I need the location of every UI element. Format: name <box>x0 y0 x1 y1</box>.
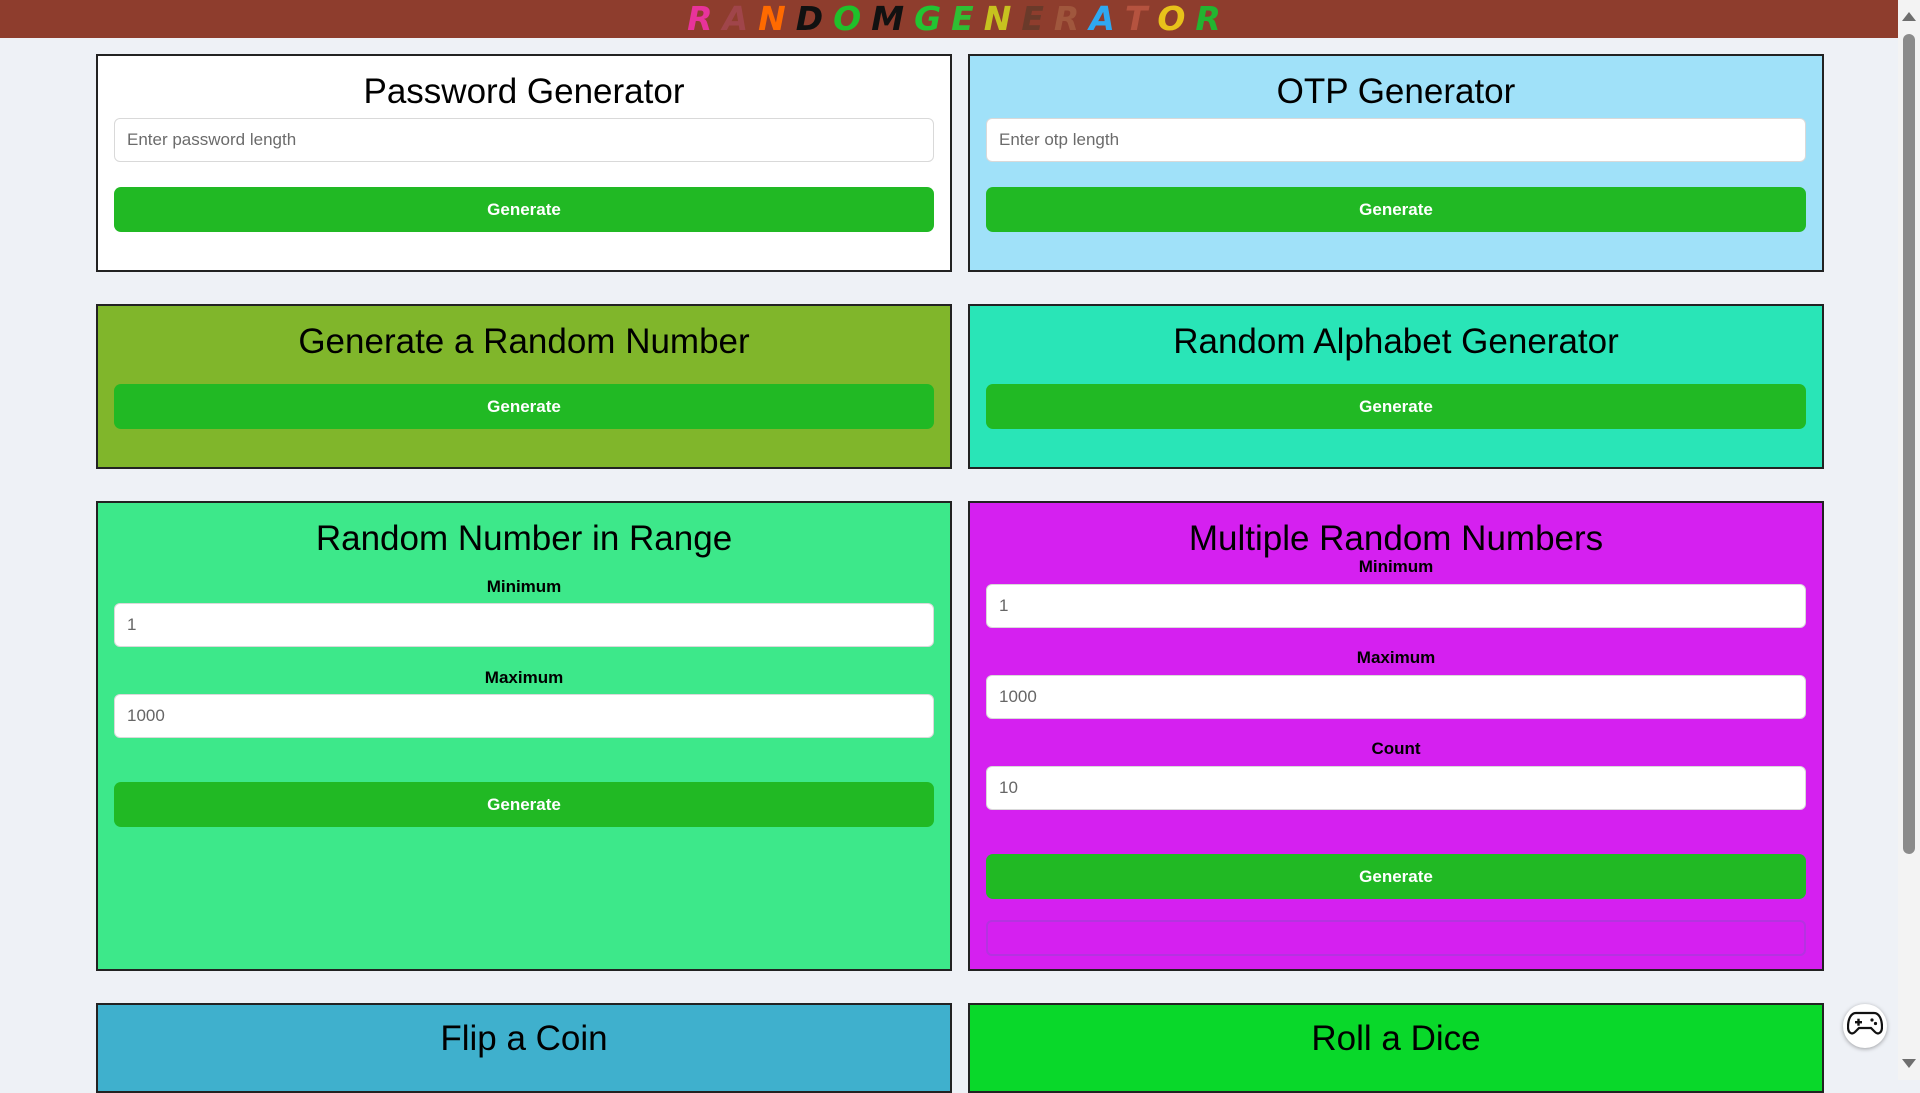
generate-random-alphabet-button[interactable]: Generate <box>986 384 1806 429</box>
count-label: Count <box>1371 739 1421 758</box>
scroll-down-arrow-icon[interactable] <box>1902 1059 1916 1068</box>
multiple-minimum-input[interactable] <box>986 584 1806 628</box>
random-alphabet-card: Random Alphabet Generator Generate <box>968 304 1824 469</box>
minimum-label: Minimum <box>1358 557 1434 576</box>
generate-multiple-button[interactable]: Generate <box>986 854 1806 899</box>
site-logo[interactable]: RANDOMGENERATOR <box>687 0 1231 38</box>
logo-letter: A <box>722 0 759 38</box>
logo-letter: G <box>914 0 952 38</box>
gamepad-icon <box>1846 1011 1884 1042</box>
games-button[interactable] <box>1843 1004 1887 1048</box>
card-title: Roll a Dice <box>1311 1019 1481 1058</box>
card-title: Random Number in Range <box>315 519 733 558</box>
generate-random-number-button[interactable]: Generate <box>114 384 934 429</box>
generate-range-button[interactable]: Generate <box>114 782 934 827</box>
card-title: Password Generator <box>363 72 685 111</box>
header-bar: RANDOMGENERATOR <box>0 0 1898 38</box>
logo-letter: N <box>758 0 796 38</box>
range-maximum-input[interactable] <box>114 694 934 738</box>
minimum-label: Minimum <box>486 577 562 596</box>
logo-letter: R <box>1195 0 1231 38</box>
multiple-maximum-input[interactable] <box>986 675 1806 719</box>
logo-letter: M <box>871 0 915 38</box>
range-number-card: Random Number in Range Minimum Maximum G… <box>96 501 952 971</box>
logo-letter: O <box>1157 0 1196 38</box>
scroll-up-arrow-icon[interactable] <box>1902 12 1916 21</box>
card-title: Multiple Random Numbers <box>1188 519 1604 558</box>
card-title: Generate a Random Number <box>298 322 750 361</box>
maximum-label: Maximum <box>1356 648 1436 667</box>
logo-letter: E <box>951 0 984 38</box>
scrollbar-thumb[interactable] <box>1903 34 1915 854</box>
random-number-card: Generate a Random Number Generate <box>96 304 952 469</box>
logo-letter: T <box>1124 0 1158 38</box>
range-minimum-input[interactable] <box>114 603 934 647</box>
otp-length-input[interactable] <box>986 118 1806 162</box>
multiple-count-input[interactable] <box>986 766 1806 810</box>
logo-letter: R <box>687 0 723 38</box>
card-title: Random Alphabet Generator <box>1173 322 1619 361</box>
card-title: Flip a Coin <box>440 1019 608 1058</box>
logo-letter: O <box>833 0 872 38</box>
generate-password-button[interactable]: Generate <box>114 187 934 232</box>
otp-generator-card: OTP Generator Generate <box>968 54 1824 272</box>
multiple-numbers-card: Multiple Random Numbers Minimum Maximum … <box>968 501 1824 971</box>
generate-otp-button[interactable]: Generate <box>986 187 1806 232</box>
vertical-scrollbar[interactable] <box>1898 0 1920 1080</box>
logo-letter: E <box>1021 0 1054 38</box>
logo-letter: D <box>795 0 834 38</box>
logo-letter: N <box>983 0 1022 38</box>
card-title: OTP Generator <box>1276 72 1516 111</box>
logo-letter: R <box>1053 0 1090 38</box>
password-length-input[interactable] <box>114 118 934 162</box>
password-generator-card: Password Generator Generate <box>96 54 952 272</box>
logo-letter: A <box>1089 0 1125 38</box>
result-output <box>986 920 1806 956</box>
maximum-label: Maximum <box>484 668 564 687</box>
